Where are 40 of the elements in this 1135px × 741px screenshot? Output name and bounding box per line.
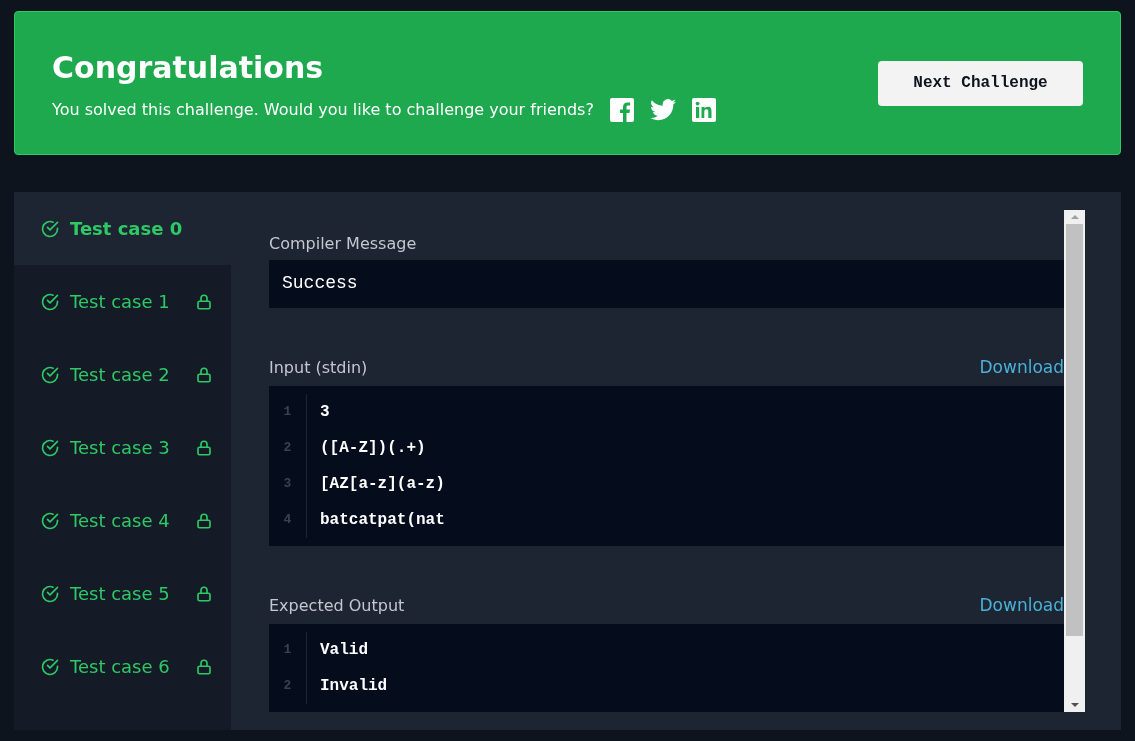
check-circle-icon [40,437,60,458]
test-case-label: Test case 2 [70,363,170,387]
lock-icon [195,657,213,676]
check-circle-icon [40,583,60,604]
test-case-label: Test case 5 [70,582,170,606]
code-line: Invalid [320,676,388,697]
test-case-label: Test case 3 [70,436,170,460]
code-line: ([A-Z])(.+) [320,438,427,459]
check-circle-icon [40,364,60,385]
banner-message: You solved this challenge. Would you like to challenge your friends? [52,98,594,121]
code-line: Valid [320,640,369,661]
facebook-icon[interactable] [609,97,634,122]
check-circle-icon [40,510,60,531]
check-circle-icon [40,291,60,312]
section-label: Expected Output [269,595,405,617]
code-line: batcatpat(nat [320,510,445,531]
next-challenge-button[interactable]: Next Challenge [878,60,1083,106]
scrollbar[interactable] [1064,210,1085,712]
lock-icon [195,292,213,311]
test-case-label: Test case 6 [70,655,170,679]
download-link[interactable]: Download [979,354,1064,380]
check-circle-icon [40,656,60,677]
lock-icon [195,365,213,384]
test-case-tab[interactable]: Test case 0 [14,192,231,265]
section-label: Input (stdin) [269,357,368,379]
lock-icon [195,511,213,530]
test-case-label: Test case 1 [70,290,170,314]
test-case-label: Test case 4 [70,509,170,533]
linkedin-icon[interactable] [691,97,716,122]
lock-icon [195,438,213,457]
download-link[interactable]: Download [979,592,1064,618]
banner-title: Congratulations [52,48,325,87]
lock-icon [195,584,213,603]
check-circle-icon [40,218,60,239]
bird-icon[interactable] [649,98,676,121]
section-label: Compiler Message [269,233,418,255]
test-case-label: Test case 0 [70,217,183,241]
compiler-message-box: Success [269,259,1064,308]
code-line: 3 [320,402,331,423]
code-line: [AZ[a-z](a-z) [320,474,445,495]
